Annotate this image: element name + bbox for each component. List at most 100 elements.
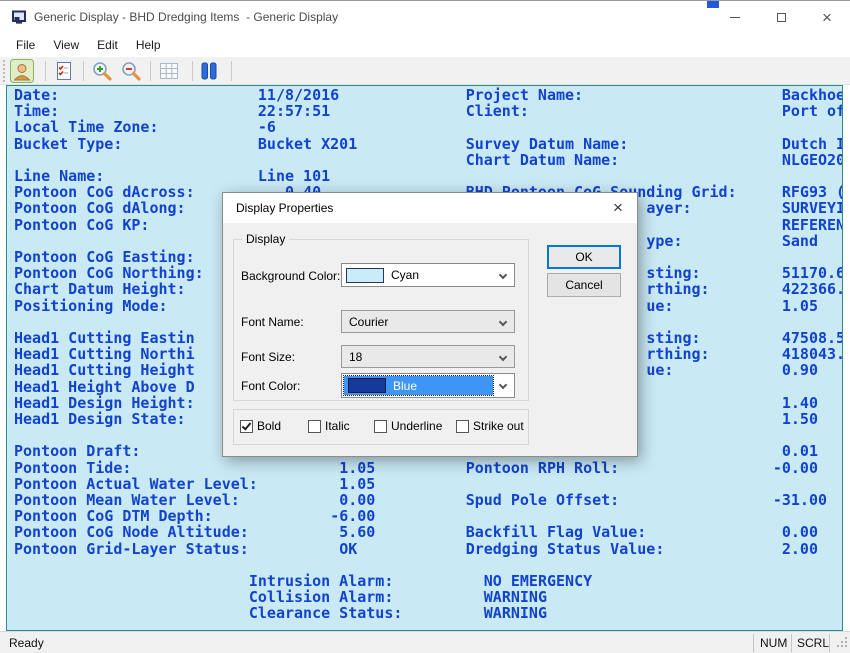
display-text: OK	[339, 542, 357, 557]
checkbox-label: Strike out	[473, 419, 524, 433]
background-color-value: Cyan	[391, 268, 419, 282]
strikeout-checkbox[interactable]: Strike out	[456, 419, 524, 433]
display-text: Pontoon CoG dAlong:	[14, 201, 186, 216]
display-text: -6	[258, 120, 276, 135]
display-text: 0.00	[339, 493, 375, 508]
status-separator	[829, 634, 830, 652]
user-icon	[10, 59, 34, 83]
display-text: Pontoon CoG DTM Depth:	[14, 509, 213, 524]
checkbox-label: Italic	[325, 419, 350, 433]
minimize-button[interactable]	[712, 2, 758, 33]
display-text: 422366.	[782, 282, 843, 297]
zoom-in-button[interactable]	[89, 58, 115, 84]
display-text: Project Name:	[466, 88, 583, 103]
toolbar-separator	[192, 61, 193, 81]
display-text: -0.00	[773, 461, 818, 476]
close-icon: ×	[822, 9, 832, 26]
display-text: Pontoon CoG Node Altitude:	[14, 525, 249, 540]
display-text: Head1 Cutting Northi	[14, 347, 195, 362]
display-text: 0.00	[782, 525, 818, 540]
zoom-out-button[interactable]	[118, 58, 144, 84]
user-button[interactable]	[9, 58, 35, 84]
display-text: SURVEYI	[782, 201, 843, 216]
display-text: WARNING	[484, 606, 547, 621]
display-text: 0.01	[782, 444, 818, 459]
font-style-group: Bold Italic Underline Strike out	[233, 409, 529, 445]
display-text: 1.05	[339, 477, 375, 492]
italic-checkbox[interactable]: Italic	[308, 419, 350, 433]
display-text: NO EMERGENCY	[484, 574, 592, 589]
display-text: 22:57:51	[258, 104, 330, 119]
display-text: Pontoon CoG KP:	[14, 218, 149, 233]
checkbox-label: Bold	[257, 419, 281, 433]
menu-edit[interactable]: Edit	[88, 35, 127, 55]
minimize-icon	[730, 17, 740, 18]
grid-button[interactable]	[156, 58, 182, 84]
display-text: 1.50	[782, 412, 818, 427]
num-lock-indicator: NUM	[760, 636, 787, 650]
dialog-close-button[interactable]: ×	[607, 197, 629, 219]
toolbar-separator	[83, 61, 84, 81]
zoom-in-icon	[90, 59, 114, 83]
display-text: 1.40	[782, 396, 818, 411]
background-color-label: Background Color:	[241, 269, 340, 283]
maximize-button[interactable]	[758, 2, 804, 33]
display-text: 2.00	[782, 542, 818, 557]
display-text: 1.05	[339, 461, 375, 476]
display-text: 0.90	[782, 363, 818, 378]
font-color-select[interactable]: Blue	[341, 373, 515, 398]
titlebar: Generic Display - BHD Dredging Items - G…	[0, 0, 850, 32]
display-text: ue:	[646, 299, 673, 314]
toolbar-grip[interactable]	[3, 60, 5, 82]
underline-checkbox[interactable]: Underline	[374, 419, 442, 433]
display-text: Head1 Design State:	[14, 412, 186, 427]
display-text: 1.05	[782, 299, 818, 314]
grid-icon	[157, 59, 181, 83]
font-name-select[interactable]: Courier	[341, 310, 515, 333]
close-button[interactable]: ×	[804, 2, 850, 33]
display-text: sting:	[646, 266, 700, 281]
cancel-button[interactable]: Cancel	[547, 273, 621, 297]
toolbar-separator	[45, 61, 46, 81]
display-text: Pontoon RPH Roll:	[466, 461, 620, 476]
window-title: Generic Display - BHD Dredging Items - G…	[34, 10, 338, 24]
display-text: Time:	[14, 104, 59, 119]
app-icon	[11, 9, 27, 25]
display-text: Local Time Zone:	[14, 120, 159, 135]
display-text: rthing:	[646, 347, 709, 362]
group-label: Display	[242, 232, 289, 246]
display-text: Intrusion Alarm:	[249, 574, 394, 589]
checkbox-label: Underline	[391, 419, 442, 433]
display-text: Client:	[466, 104, 529, 119]
toolbar-separator	[150, 61, 151, 81]
checkbox-box	[240, 420, 253, 433]
checklist-button[interactable]	[51, 58, 77, 84]
checkbox-box	[456, 420, 469, 433]
display-text: rthing:	[646, 282, 709, 297]
resize-grip[interactable]	[835, 635, 848, 651]
display-text: Head1 Cutting Eastin	[14, 331, 195, 346]
bold-checkbox[interactable]: Bold	[240, 419, 281, 433]
ok-button[interactable]: OK	[547, 245, 621, 269]
display-text: Clearance Status:	[249, 606, 403, 621]
background-color-select[interactable]: Cyan	[341, 263, 515, 287]
display-text: NLGEO20	[782, 153, 843, 168]
checklist-icon	[53, 60, 75, 82]
display-text: Pontoon Actual Water Level:	[14, 477, 258, 492]
pause-button[interactable]	[196, 58, 222, 84]
display-text: 11/8/2016	[258, 88, 339, 103]
menu-view[interactable]: View	[44, 35, 88, 55]
display-text: Date:	[14, 88, 59, 103]
font-size-select[interactable]: 18	[341, 345, 515, 368]
grip-icon	[835, 635, 848, 648]
display-text: ype:	[646, 234, 682, 249]
display-text: 5.60	[339, 525, 375, 540]
checkbox-box	[374, 420, 387, 433]
display-text: Survey Datum Name:	[466, 137, 629, 152]
display-text: Pontoon Mean Water Level:	[14, 493, 240, 508]
menu-help[interactable]: Help	[127, 35, 170, 55]
display-text: Line 101	[258, 169, 330, 184]
menu-file[interactable]: File	[7, 35, 44, 55]
display-text: Backhoe	[782, 88, 843, 103]
status-separator	[753, 634, 754, 652]
